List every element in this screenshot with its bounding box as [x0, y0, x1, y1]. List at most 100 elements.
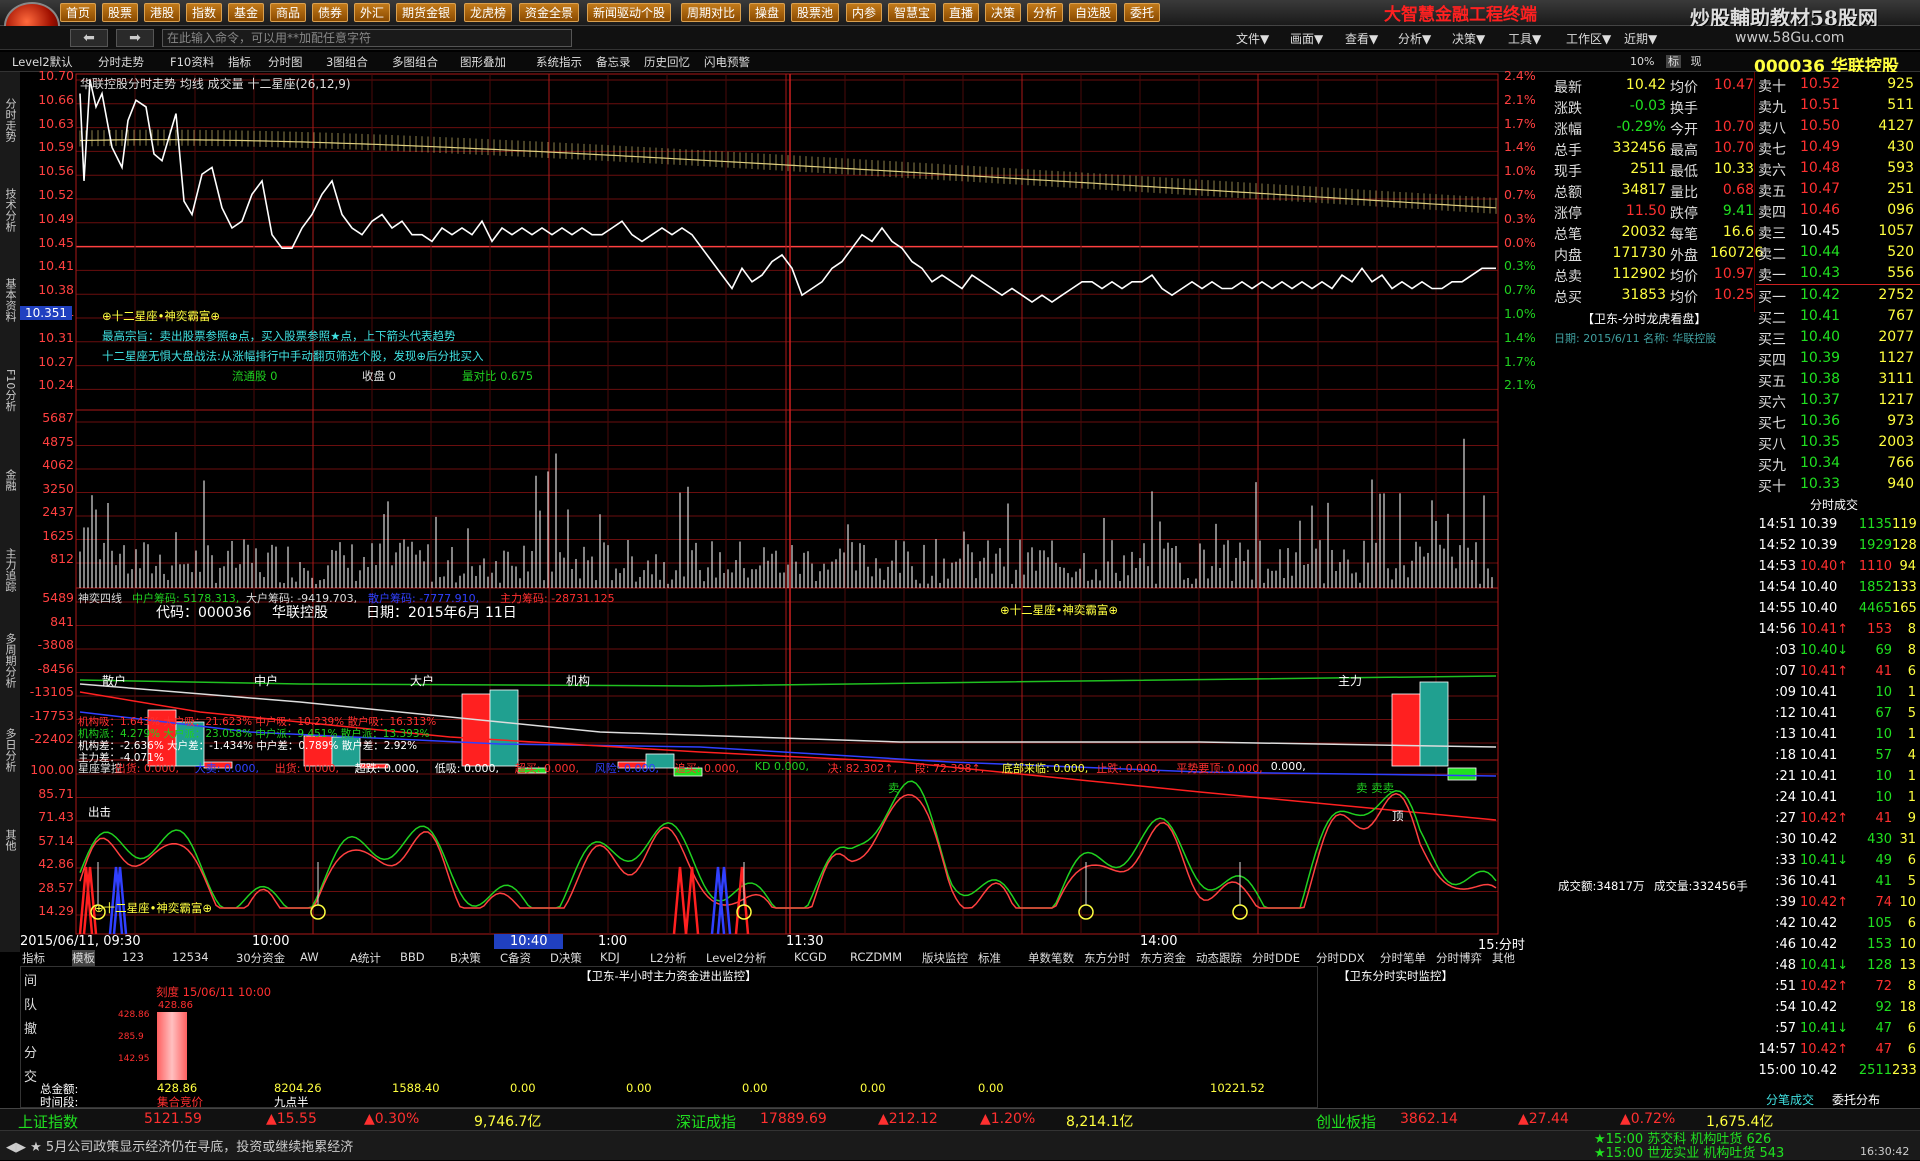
indicator-tab-11[interactable]: KDJ	[600, 950, 620, 964]
toolbar-item-4[interactable]: 分时图	[268, 54, 303, 70]
menu-15[interactable]: 内参	[846, 3, 883, 22]
indicator-tab-2[interactable]: 123	[122, 950, 144, 964]
indicator-tab-9[interactable]: C备资	[500, 950, 531, 966]
menu-9[interactable]: 龙虎榜	[464, 3, 513, 22]
bottom-side-tab[interactable]: 分	[24, 1042, 37, 1061]
left-tab-8[interactable]: 其他	[2, 800, 18, 880]
bottom-side-tab[interactable]: 撤	[24, 1018, 37, 1037]
book-buy-price: 10.38	[1800, 371, 1841, 387]
right-tab-0[interactable]: 分笔成交	[1766, 1091, 1814, 1108]
toolbar-item-3[interactable]: 指标	[228, 54, 251, 70]
toolbar-item-0[interactable]: Level2默认	[12, 54, 73, 70]
now-btn[interactable]: 现	[1690, 55, 1701, 68]
indicator-tab-26[interactable]: 其他	[1492, 950, 1515, 966]
forward-arrow-icon[interactable]: ➡	[116, 29, 154, 47]
indicator-tab-7[interactable]: BBD	[400, 950, 425, 964]
toolbar-item-9[interactable]: 备忘录	[596, 54, 631, 70]
toolbar-item-11[interactable]: 闪电预警	[704, 54, 750, 70]
indicator-tab-0[interactable]: 指标	[22, 950, 45, 966]
left-tab-7[interactable]: 多日分析	[2, 710, 18, 790]
toolbar-item-2[interactable]: F10资料	[170, 54, 214, 70]
indicator-tab-10[interactable]: D决策	[550, 950, 582, 966]
menu-7[interactable]: 外汇	[354, 3, 391, 22]
menu-5[interactable]: 商品	[270, 3, 307, 22]
ticker-msg[interactable]: ◀▶ ★ 5月公司政策显示经济仍在寻底，投资或继续拖累经济	[6, 1136, 353, 1155]
menu-20[interactable]: 自选股	[1069, 3, 1118, 22]
command-input[interactable]: 在此输入命令，可以用**加配任意字符	[162, 29, 572, 47]
menu-10[interactable]: 资金全景	[519, 3, 580, 22]
bottom-side-tab[interactable]: 队	[24, 994, 37, 1013]
nav-menu-4[interactable]: 决策▼	[1452, 30, 1485, 47]
toolbar-item-7[interactable]: 图形叠加	[460, 54, 506, 70]
indicator-tab-6[interactable]: A统计	[350, 950, 381, 966]
indicator-tab-21[interactable]: 动态跟踪	[1196, 950, 1242, 966]
menu-2[interactable]: 港股	[144, 3, 181, 22]
left-tab-1[interactable]: 技术分析	[2, 170, 18, 250]
nav-menu-2[interactable]: 查看▼	[1345, 30, 1378, 47]
dragon-title[interactable]: 【卫东-分时龙虎看盘】	[1582, 310, 1706, 327]
indicator-tab-16[interactable]: 版块监控	[922, 950, 968, 966]
nav-menu-6[interactable]: 工作区▼	[1566, 30, 1611, 47]
indicator-tab-3[interactable]: 12534	[172, 950, 209, 964]
toolbar-item-8[interactable]: 系统指示	[536, 54, 582, 70]
indicator-tab-12[interactable]: L2分析	[650, 950, 687, 966]
right-tab-1[interactable]: 委托分布	[1832, 1091, 1880, 1108]
nav-menu-5[interactable]: 工具▼	[1508, 30, 1541, 47]
left-tab-5[interactable]: 主力追踪	[2, 530, 18, 610]
indicator-tab-15[interactable]: RCZDMM	[850, 950, 902, 964]
indicator-tab-23[interactable]: 分时DDX	[1316, 950, 1365, 966]
left-tab-4[interactable]: 金融	[2, 440, 18, 520]
menu-16[interactable]: 智慧宝	[888, 3, 937, 22]
indicator-tab-1[interactable]: 模板	[72, 950, 95, 966]
menu-8[interactable]: 期货金银	[396, 3, 457, 22]
bottom-side-tab[interactable]: 交	[24, 1066, 37, 1085]
toolbar-item-10[interactable]: 历史回忆	[644, 54, 690, 70]
menu-19[interactable]: 分析	[1027, 3, 1064, 22]
indicator-tab-20[interactable]: 东方资金	[1140, 950, 1186, 966]
menu-11[interactable]: 新闻驱动个股	[587, 3, 672, 22]
indicator-tab-14[interactable]: KCGD	[794, 950, 827, 964]
bottom-side-tab[interactable]: 间	[24, 970, 37, 989]
indicator-tab-25[interactable]: 分时博弈	[1436, 950, 1482, 966]
indicator-tab-5[interactable]: AW	[300, 950, 319, 964]
indicator-tab-18[interactable]: 单数笔数	[1028, 950, 1074, 966]
indicator-tab-13[interactable]: Level2分析	[706, 950, 767, 966]
index-name[interactable]: 创业板指	[1316, 1111, 1376, 1132]
menu-4[interactable]: 基金	[228, 3, 265, 22]
menu-13[interactable]: 操盘	[749, 3, 786, 22]
toolbar-item-5[interactable]: 3图组合	[326, 54, 368, 70]
indicator-tab-22[interactable]: 分时DDE	[1252, 950, 1300, 966]
news-item[interactable]: ★15:00 世龙实业 机构吐货 543	[1594, 1142, 1784, 1161]
left-tab-6[interactable]: 多周期分析	[2, 620, 18, 700]
nav-menu-0[interactable]: 文件▼	[1236, 30, 1269, 47]
toolbar-item-1[interactable]: 分时走势	[98, 54, 144, 70]
nav-menu-3[interactable]: 分析▼	[1398, 30, 1431, 47]
left-tab-0[interactable]: 分时走势	[2, 80, 18, 160]
menu-1[interactable]: 股票	[102, 3, 139, 22]
indicator-tab-17[interactable]: 标准	[978, 950, 1001, 966]
nav-menu-7[interactable]: 近期▼	[1624, 30, 1657, 47]
indicator-tab-4[interactable]: 30分资金	[236, 950, 285, 966]
left-tab-2[interactable]: 基本资料	[2, 260, 18, 340]
zoom-10[interactable]: 10%	[1630, 55, 1654, 68]
menu-12[interactable]: 周期对比	[681, 3, 742, 22]
index-name[interactable]: 上证指数	[18, 1111, 78, 1132]
menu-21[interactable]: 委托	[1124, 3, 1161, 22]
indicator-tab-8[interactable]: B决策	[450, 950, 481, 966]
menu-6[interactable]: 债券	[312, 3, 349, 22]
menu-17[interactable]: 直播	[943, 3, 980, 22]
menu-14[interactable]: 股票池	[791, 3, 840, 22]
ticks-header[interactable]: 分时成交	[1810, 496, 1858, 513]
menu-18[interactable]: 决策	[985, 3, 1022, 22]
toolbar-item-6[interactable]: 多图组合	[392, 54, 438, 70]
mark-btn[interactable]: 标	[1665, 55, 1681, 68]
menu-0[interactable]: 首页	[60, 3, 97, 22]
quote-label: 涨幅	[1554, 122, 1582, 138]
menu-3[interactable]: 指数	[186, 3, 223, 22]
indicator-tab-19[interactable]: 东方分时	[1084, 950, 1130, 966]
index-name[interactable]: 深证成指	[676, 1111, 736, 1132]
back-arrow-icon[interactable]: ⬅	[70, 29, 108, 47]
left-tab-3[interactable]: F10分析	[2, 350, 18, 430]
nav-menu-1[interactable]: 画面▼	[1290, 30, 1323, 47]
indicator-tab-24[interactable]: 分时笔单	[1380, 950, 1426, 966]
